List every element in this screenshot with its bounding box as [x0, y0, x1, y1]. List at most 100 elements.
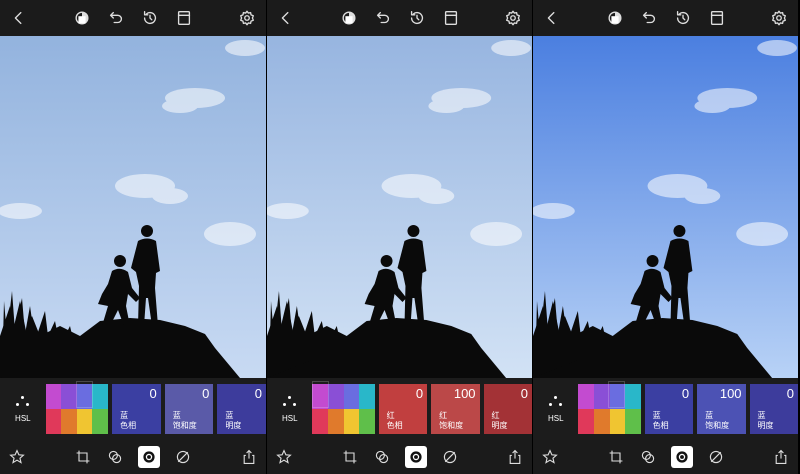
color-swatch-grid[interactable] — [312, 381, 375, 434]
top-toolbar — [533, 0, 798, 36]
editor-panel-1: HSL 0 蓝色相 0 蓝饱和度 0 蓝明度 — [0, 0, 266, 474]
top-toolbar — [0, 0, 266, 36]
history-icon[interactable] — [408, 9, 426, 27]
adjust-label: 蓝饱和度 — [172, 411, 197, 430]
settings-icon[interactable] — [770, 9, 788, 27]
color-swatch[interactable] — [359, 384, 375, 409]
crop-icon[interactable] — [607, 448, 625, 466]
undo-icon[interactable] — [107, 9, 125, 27]
share-icon[interactable] — [506, 448, 524, 466]
hsl-button[interactable]: HSL — [4, 383, 42, 435]
adjust-circles-icon[interactable] — [639, 448, 657, 466]
history-icon[interactable] — [141, 9, 159, 27]
adjust-card-0[interactable]: 0 蓝色相 — [644, 384, 694, 434]
color-swatch[interactable] — [61, 384, 77, 409]
color-swatch[interactable] — [45, 409, 62, 434]
share-icon[interactable] — [240, 448, 258, 466]
color-swatch[interactable] — [594, 409, 610, 434]
adjust-value: 100 — [719, 386, 742, 401]
hsl-bar: HSL 0 蓝色相 0 蓝饱和度 0 蓝明度 — [0, 378, 266, 440]
adjust-card-1[interactable]: 100 蓝饱和度 — [697, 384, 746, 434]
color-swatch[interactable] — [578, 384, 595, 409]
color-swatch[interactable] — [625, 384, 641, 409]
color-tool-button[interactable] — [138, 446, 160, 468]
adjust-card-2[interactable]: 0 蓝明度 — [217, 384, 266, 434]
color-swatch[interactable] — [61, 409, 77, 434]
adjust-label: 红明度 — [491, 411, 508, 430]
color-swatch[interactable] — [359, 409, 375, 434]
hsl-label: HSL — [15, 413, 31, 423]
adjust-circles-icon[interactable] — [373, 448, 391, 466]
crop-icon[interactable] — [74, 448, 92, 466]
adjust-value: 0 — [520, 386, 528, 401]
crop-icon[interactable] — [341, 448, 359, 466]
compare-icon[interactable] — [442, 9, 460, 27]
hsl-label: HSL — [547, 413, 564, 423]
hsl-dots-icon — [548, 395, 563, 406]
star-icon[interactable] — [8, 448, 26, 466]
back-icon[interactable] — [543, 9, 561, 27]
color-swatch[interactable] — [92, 409, 109, 434]
mask-icon[interactable] — [606, 9, 624, 27]
color-tool-button[interactable] — [670, 446, 693, 468]
mask-icon[interactable] — [73, 9, 91, 27]
settings-icon[interactable] — [238, 9, 256, 27]
color-swatch[interactable] — [343, 384, 360, 409]
color-tool-button[interactable] — [404, 446, 427, 468]
tone-curve-icon[interactable] — [174, 448, 192, 466]
hsl-dots-icon — [282, 395, 297, 406]
adjust-value: 100 — [453, 386, 476, 401]
color-swatch[interactable] — [92, 384, 109, 409]
adjust-card-2[interactable]: 0 蓝明度 — [749, 384, 798, 434]
back-icon[interactable] — [10, 9, 28, 27]
color-swatch[interactable] — [343, 409, 360, 434]
adjust-label: 蓝色相 — [652, 411, 669, 430]
bottom-toolbar — [0, 440, 266, 474]
color-swatch[interactable] — [609, 409, 626, 434]
undo-icon[interactable] — [640, 9, 658, 27]
hsl-label: HSL — [281, 413, 298, 423]
adjust-value: 0 — [149, 386, 157, 401]
star-icon[interactable] — [541, 448, 559, 466]
share-icon[interactable] — [772, 448, 790, 466]
star-icon[interactable] — [275, 448, 293, 466]
color-swatch[interactable] — [328, 384, 344, 409]
adjust-card-2[interactable]: 0 红明度 — [483, 384, 532, 434]
back-icon[interactable] — [277, 9, 295, 27]
compare-icon[interactable] — [175, 9, 193, 27]
adjust-card-1[interactable]: 0 蓝饱和度 — [164, 384, 214, 434]
adjust-card-0[interactable]: 0 红色相 — [378, 384, 428, 434]
color-swatch[interactable] — [312, 409, 329, 434]
adjust-card-0[interactable]: 0 蓝色相 — [112, 384, 161, 434]
hsl-button[interactable]: HSL — [271, 383, 308, 435]
adjust-label: 蓝明度 — [225, 411, 242, 430]
hsl-bar: HSL 0 蓝色相 100 蓝饱和度 0 蓝明度 — [533, 378, 798, 440]
color-swatch-grid[interactable] — [45, 381, 109, 434]
mask-icon[interactable] — [340, 9, 358, 27]
top-toolbar — [267, 0, 532, 36]
tone-curve-icon[interactable] — [707, 448, 725, 466]
color-swatch[interactable] — [45, 384, 62, 409]
adjust-value: 0 — [415, 386, 424, 401]
hsl-button[interactable]: HSL — [537, 383, 574, 435]
hsl-dots-icon — [15, 395, 30, 406]
color-swatch[interactable] — [76, 409, 93, 434]
color-swatch[interactable] — [578, 409, 595, 434]
color-swatch[interactable] — [594, 384, 610, 409]
photo-preview — [0, 36, 266, 378]
photo-preview — [533, 36, 798, 378]
settings-icon[interactable] — [504, 9, 522, 27]
screenshot-row: HSL 0 蓝色相 0 蓝饱和度 0 蓝明度 HSL 0 红 色相 100 红 … — [0, 0, 800, 474]
color-swatch-grid[interactable] — [578, 381, 641, 434]
undo-icon[interactable] — [374, 9, 392, 27]
adjust-circles-icon[interactable] — [106, 448, 124, 466]
history-icon[interactable] — [674, 9, 692, 27]
tone-curve-icon[interactable] — [441, 448, 459, 466]
color-swatch[interactable] — [625, 409, 641, 434]
color-swatch[interactable] — [328, 409, 344, 434]
adjust-label: 蓝色相 — [120, 411, 137, 430]
adjust-card-1[interactable]: 100 红饱和度 — [431, 384, 480, 434]
editor-panel-3: HSL 0 蓝色相 100 蓝饱和度 0 蓝明度 — [532, 0, 798, 474]
compare-icon[interactable] — [708, 9, 726, 27]
adjust-value: 0 — [254, 386, 263, 401]
